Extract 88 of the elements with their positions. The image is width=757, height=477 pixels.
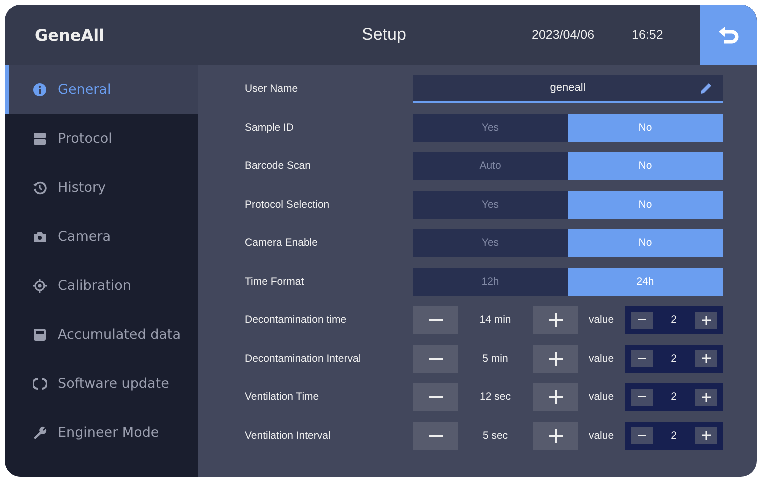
refresh-icon	[33, 376, 47, 390]
plus-icon	[702, 392, 710, 402]
value-label: value	[588, 314, 616, 326]
minus-icon	[638, 396, 646, 398]
increase-button[interactable]	[695, 427, 717, 444]
increase-button[interactable]	[695, 350, 717, 367]
sidebar-item[interactable]: Engineer Mode	[5, 408, 198, 457]
value-label: value	[588, 430, 616, 442]
sidebar-item[interactable]: Calibration	[5, 261, 198, 310]
history-icon	[33, 180, 47, 194]
setting-label: Decontamination time	[245, 314, 348, 326]
info-icon	[33, 82, 47, 96]
target-icon	[33, 278, 47, 292]
minus-icon	[428, 396, 442, 398]
logo-text: GeneAll	[35, 26, 106, 44]
sidebar-item[interactable]: Software update	[5, 359, 198, 408]
value-label: value	[588, 391, 616, 403]
camera-icon	[33, 230, 47, 244]
back-arrow-icon	[716, 25, 740, 45]
setting-value: 14 min	[478, 314, 512, 326]
setting-value: 12 sec	[479, 391, 512, 403]
user-name-field[interactable]: geneall	[413, 75, 723, 103]
setting-label: Ventilation Interval	[245, 430, 332, 442]
decrease-button[interactable]	[413, 344, 458, 372]
value-number: 2	[671, 391, 677, 403]
server-icon	[33, 132, 47, 146]
minus-icon	[428, 358, 442, 360]
toggle-option[interactable]: 24h	[568, 268, 723, 296]
sidebar-item[interactable]: General	[5, 65, 198, 114]
plus-icon	[702, 431, 710, 440]
plus-icon	[548, 390, 562, 404]
toggle-option[interactable]: No	[568, 114, 723, 142]
time-text: 16:52	[632, 28, 664, 42]
save-icon	[33, 328, 47, 342]
toggle-option[interactable]: No	[568, 229, 723, 257]
decrease-button[interactable]	[413, 306, 458, 334]
setting-value: 5 min	[482, 352, 510, 364]
decrease-button[interactable]	[631, 350, 653, 367]
value-number: 2	[671, 314, 677, 326]
toggle-option[interactable]: Yes	[413, 229, 568, 257]
decrease-button[interactable]	[631, 388, 653, 406]
back-button[interactable]	[700, 5, 757, 65]
plus-icon	[548, 428, 562, 442]
decrease-button[interactable]	[413, 383, 458, 411]
setting-label: Sample ID	[245, 122, 296, 134]
decrease-button[interactable]	[631, 312, 653, 328]
toggle-option[interactable]: Auto	[413, 152, 568, 180]
decrease-button[interactable]	[413, 422, 458, 450]
setting-label: Protocol Selection	[245, 198, 331, 210]
pencil-icon	[700, 82, 713, 95]
setting-label: Time Format	[245, 276, 306, 288]
wrench-icon	[33, 426, 47, 440]
minus-icon	[638, 319, 646, 321]
setting-label: Ventilation Time	[245, 391, 320, 403]
plus-icon	[702, 316, 710, 324]
increase-button[interactable]	[533, 306, 578, 334]
sidebar-item[interactable]: Accumulated data	[5, 310, 198, 359]
value-number: 2	[671, 430, 677, 442]
plus-icon	[702, 354, 710, 363]
value-number: 2	[671, 352, 677, 364]
increase-button[interactable]	[533, 422, 578, 450]
value-label: value	[588, 352, 616, 364]
toggle-option[interactable]: 12h	[413, 268, 568, 296]
setting-label: Camera Enable	[245, 237, 319, 249]
minus-icon	[638, 358, 646, 360]
increase-button[interactable]	[533, 383, 578, 411]
increase-button[interactable]	[695, 312, 717, 328]
decrease-button[interactable]	[631, 427, 653, 444]
toggle-option[interactable]: Yes	[413, 114, 568, 142]
sidebar-item[interactable]: History	[5, 163, 198, 212]
plus-icon	[548, 352, 562, 366]
setting-label: User Name	[245, 83, 300, 95]
sidebar-item[interactable]: Camera	[5, 212, 198, 261]
minus-icon	[428, 319, 442, 321]
plus-icon	[548, 313, 562, 327]
date-text: 2023/04/06	[532, 28, 596, 42]
toggle-option[interactable]: No	[568, 190, 723, 218]
setting-value: 5 sec	[482, 430, 510, 442]
setting-label: Barcode Scan	[245, 160, 312, 172]
sidebar-item[interactable]: Protocol	[5, 114, 198, 163]
toggle-option[interactable]: No	[568, 152, 723, 180]
toggle-option[interactable]: Yes	[413, 190, 568, 218]
minus-icon	[428, 434, 442, 436]
setting-label: Decontamination Interval	[245, 352, 362, 364]
minus-icon	[638, 434, 646, 436]
increase-button[interactable]	[533, 344, 578, 372]
page-title: Setup	[362, 25, 408, 45]
increase-button[interactable]	[695, 388, 717, 406]
